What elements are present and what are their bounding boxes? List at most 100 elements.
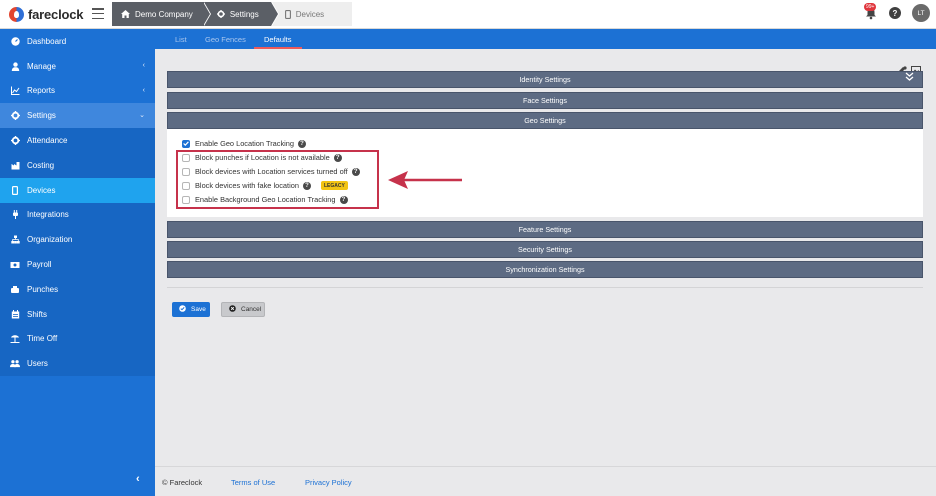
tab-strip: List Geo Fences Defaults [155,29,936,49]
sidebar-item-settings[interactable]: Settings ⌄ [0,103,155,129]
tab-defaults[interactable]: Defaults [264,35,292,44]
breadcrumb-company-label: Demo Company [135,9,193,19]
plug-icon [10,210,20,220]
breadcrumb-company[interactable]: Demo Company [112,2,211,26]
money-icon [10,260,20,270]
notifications-button[interactable]: 99+ [864,3,878,20]
users-icon [10,359,20,369]
checkbox-enable-geo-tracking[interactable] [182,139,190,148]
avatar[interactable]: LT [912,4,930,22]
device-icon [10,185,20,195]
sidebar-item-label: Reports [27,86,56,96]
sidebar-item-label: Time Off [27,334,58,344]
help-icon[interactable]: ? [889,7,901,19]
sidebar-item-dashboard[interactable]: Dashboard [0,29,155,54]
sidebar-item-label: Punches [27,284,59,294]
dashboard-icon [10,36,20,46]
breadcrumb-devices: Devices [270,2,353,26]
sidebar-item-attendance[interactable]: Attendance [0,128,155,153]
fareclock-logo-icon [9,6,24,22]
chevron-left-icon: ‹ [142,61,145,69]
sidebar-item-label: Manage [27,61,56,71]
top-bar: fareclock Demo Company Settings Devices … [0,0,936,29]
geo-option-enable-tracking: Enable Geo Location Tracking ? [182,139,307,148]
calendar-icon [10,309,20,319]
sidebar-item-time-off[interactable]: Time Off [0,326,155,352]
active-tab-indicator [254,47,302,49]
tab-geo-fences[interactable]: Geo Fences [205,35,246,44]
identity-settings-bar[interactable]: Identity Settings [167,71,923,88]
org-icon [10,235,20,245]
cancel-button[interactable]: Cancel [221,302,265,317]
sidebar-item-manage[interactable]: Manage ‹ [0,54,155,79]
breadcrumb-devices-label: Devices [295,9,325,19]
save-label: Save [191,306,206,313]
person-icon [10,61,20,71]
sidebar-item-label: Users [27,359,48,369]
geo-settings-bar[interactable]: Geo Settings [167,112,923,129]
sidebar: Dashboard Manage ‹ Reports ‹ Settings ⌄ … [0,29,155,496]
sidebar-item-organization[interactable]: Organization [0,227,155,253]
sidebar-item-reports[interactable]: Reports ‹ [0,79,155,104]
sidebar-item-devices[interactable]: Devices [0,177,155,203]
cancel-label: Cancel [241,306,262,313]
divider [167,287,923,288]
sidebar-item-integrations[interactable]: Integrations [0,202,155,228]
synchronization-settings-bar[interactable]: Synchronization Settings [167,261,923,278]
chevron-down-icon: ⌄ [139,112,145,120]
annotation-arrow-icon [388,171,462,189]
sidebar-item-label: Dashboard [27,36,67,46]
security-settings-bar[interactable]: Security Settings [167,241,923,258]
notification-count-badge: 99+ [864,3,877,11]
fareclock-logo[interactable]: fareclock [9,5,83,23]
check-circle-icon [179,305,186,314]
hamburger-menu-icon[interactable] [92,8,104,19]
sidebar-item-label: Organization [27,235,73,245]
section-title: Face Settings [523,96,567,105]
sidebar-item-label: Devices [27,185,56,195]
section-title: Geo Settings [524,116,566,125]
punch-icon [10,284,20,294]
sidebar-item-users[interactable]: Users [0,351,155,377]
gear-icon [10,111,20,121]
sidebar-item-label: Costing [27,160,55,170]
feature-settings-bar[interactable]: Feature Settings [167,221,923,238]
section-title: Identity Settings [519,75,571,84]
footer: © Fareclock Terms of Use Privacy Policy [155,466,936,496]
sidebar-item-label: Payroll [27,260,52,270]
sidebar-item-label: Integrations [27,210,69,220]
sidebar-item-punches[interactable]: Punches [0,276,155,302]
home-icon [121,10,130,18]
sidebar-item-shifts[interactable]: Shifts [0,301,155,327]
breadcrumb: Demo Company Settings Devices [112,2,353,26]
section-title: Security Settings [518,245,572,254]
help-icon[interactable]: ? [298,139,307,148]
breadcrumb-settings[interactable]: Settings [202,2,279,26]
privacy-link[interactable]: Privacy Policy [305,478,352,487]
chart-icon [10,86,20,96]
beach-icon [10,334,20,344]
sidebar-collapse-button[interactable]: ‹ [136,473,140,485]
option-label: Enable Geo Location Tracking [195,139,295,148]
terms-link[interactable]: Terms of Use [231,478,275,487]
close-circle-icon [229,305,236,314]
double-chevron-down-icon[interactable] [905,72,914,84]
gear-icon [10,136,20,146]
gear-icon [216,10,225,18]
section-title: Feature Settings [518,225,572,234]
costing-icon [10,160,20,170]
sidebar-item-label: Settings [27,111,56,121]
face-settings-bar[interactable]: Face Settings [167,92,923,109]
top-right-actions: 99+ ? LT [864,3,930,22]
section-title: Synchronization Settings [505,265,585,274]
sidebar-item-label: Attendance [27,136,68,146]
highlight-box [176,150,379,209]
chevron-left-icon: ‹ [142,86,145,94]
copyright-text: © Fareclock [162,478,203,487]
sidebar-item-payroll[interactable]: Payroll [0,252,155,277]
device-icon [284,9,291,19]
sidebar-item-costing[interactable]: Costing [0,152,155,178]
tab-list[interactable]: List [175,35,187,44]
save-button[interactable]: Save [172,302,210,317]
sidebar-item-label: Shifts [27,309,48,319]
